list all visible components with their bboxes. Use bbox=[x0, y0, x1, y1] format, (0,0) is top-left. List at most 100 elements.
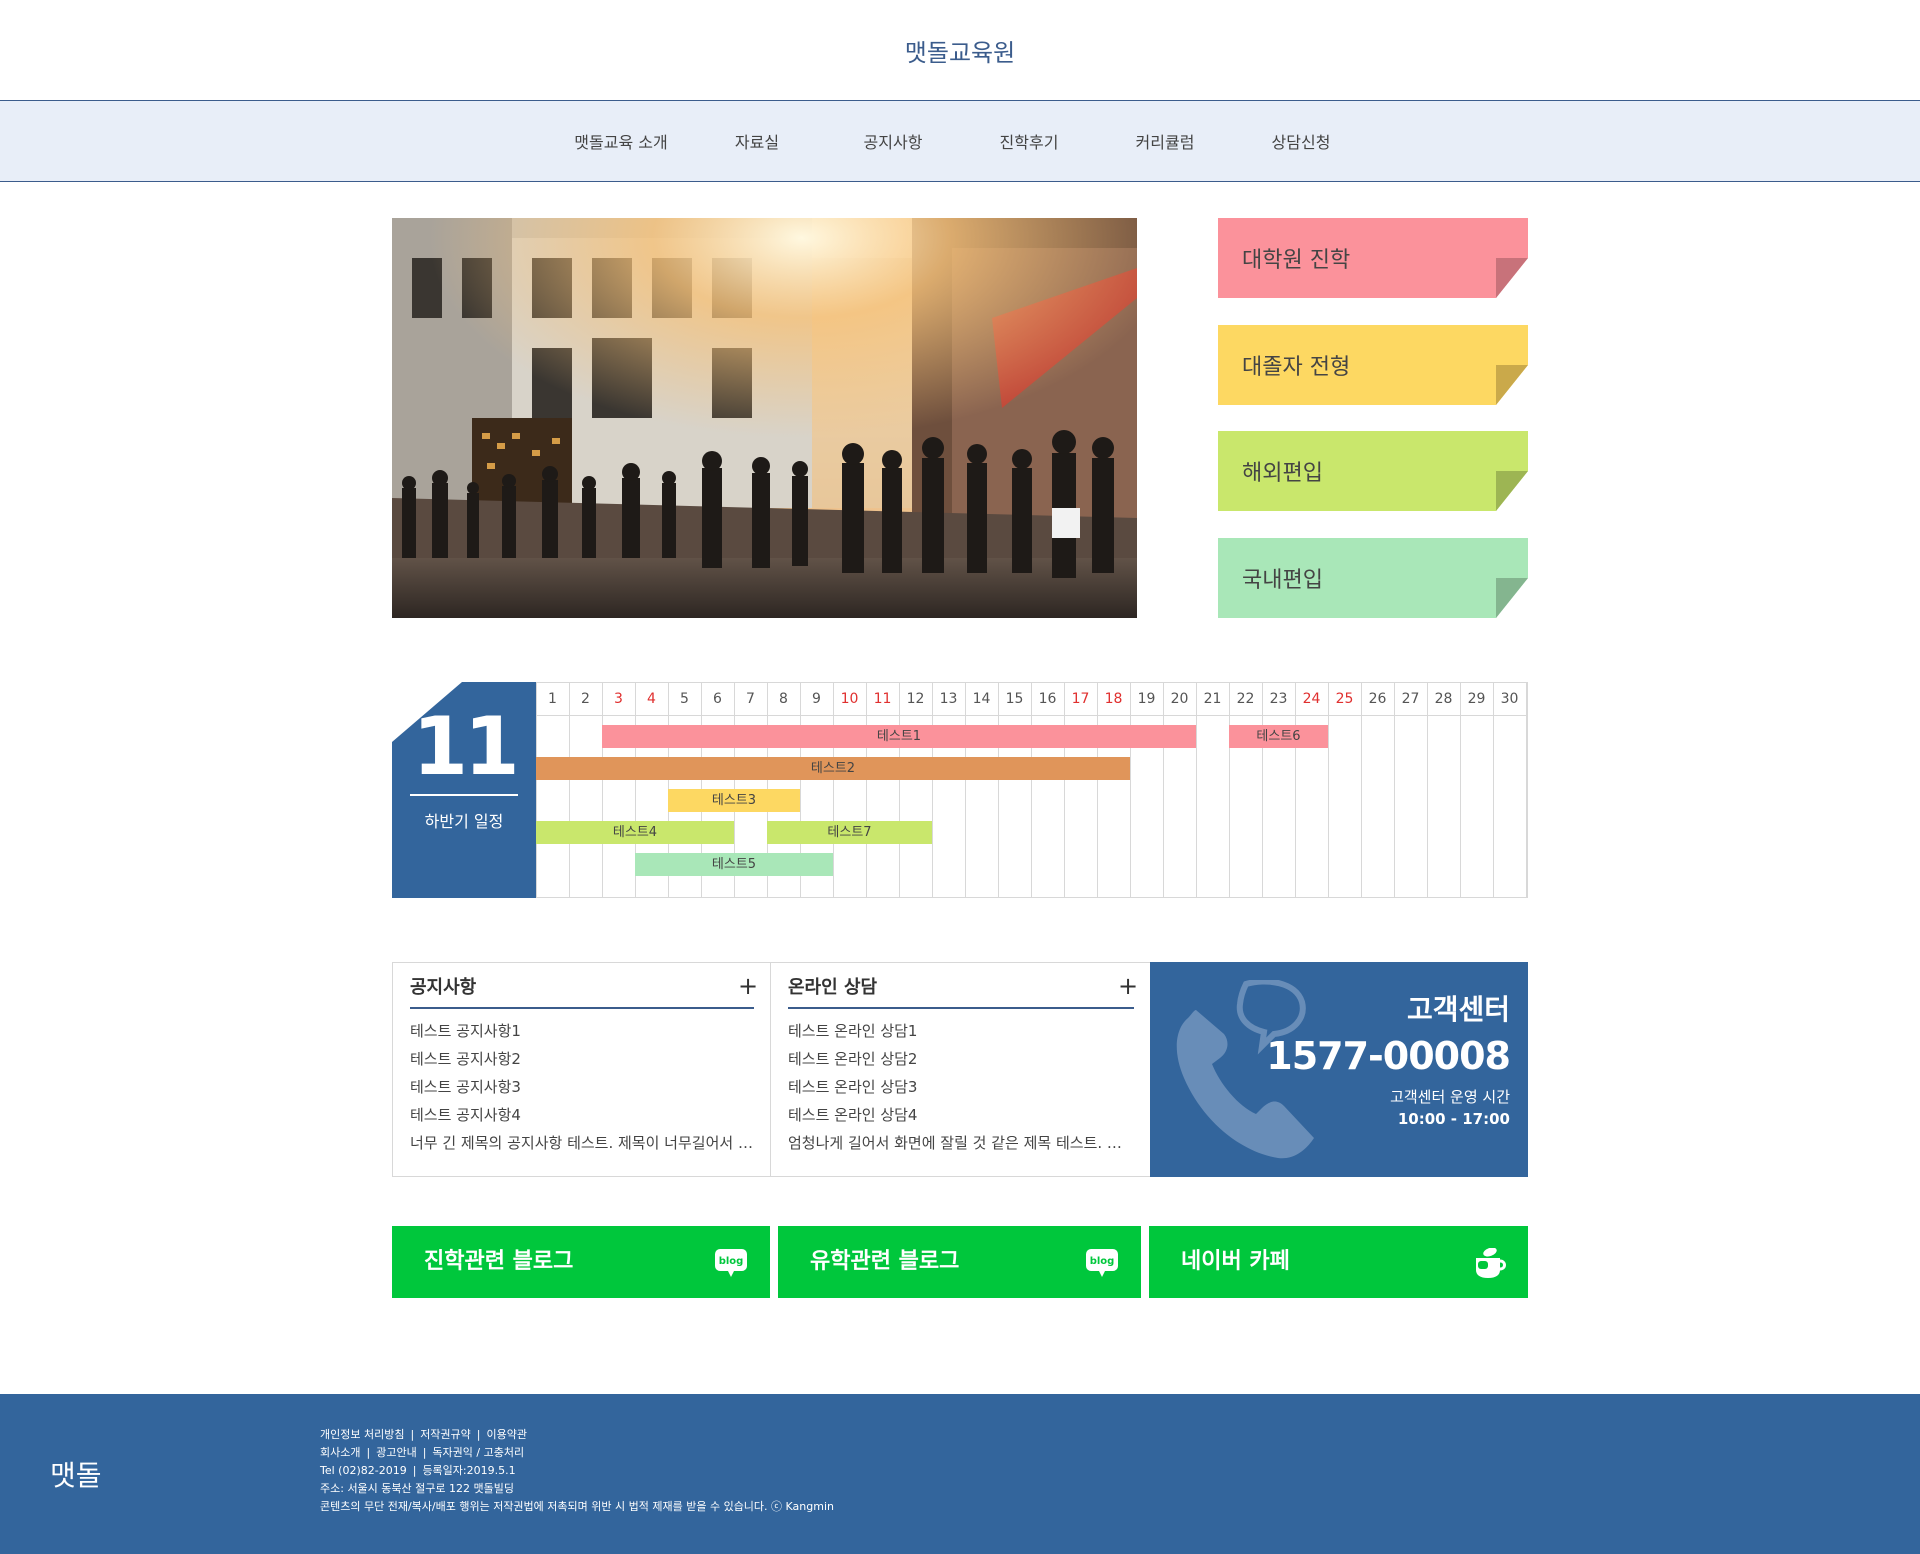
calendar-event-bar[interactable]: 테스트4 bbox=[536, 821, 734, 844]
page-fold-icon bbox=[1496, 365, 1528, 405]
copyright-policy-link[interactable]: 저작권규약 bbox=[420, 1428, 471, 1441]
calendar-day-number: 6 bbox=[713, 691, 722, 707]
notice-item[interactable]: 너무 긴 제목의 공지사항 테스트. 제목이 너무길어서 화면에 bbox=[410, 1129, 754, 1157]
calendar-subtitle: 하반기 일정 bbox=[424, 812, 504, 831]
consult-item[interactable]: 엄청나게 길어서 화면에 잘릴 것 같은 제목 테스트. 제목이 bbox=[788, 1129, 1134, 1157]
notice-board-title[interactable]: 공지사항 bbox=[410, 971, 476, 1005]
calendar-day-number: 14 bbox=[972, 691, 991, 707]
calendar-day-number: 30 bbox=[1500, 691, 1519, 707]
consult-item[interactable]: 테스트 온라인 상담3 bbox=[788, 1073, 1134, 1101]
calendar-event-bar[interactable]: 테스트3 bbox=[668, 789, 800, 812]
naver-cafe-label: 네이버 카페 bbox=[1181, 1249, 1290, 1274]
nav-item-about[interactable]: 맷돌교육 소개 bbox=[553, 101, 689, 181]
page-fold-icon bbox=[1496, 578, 1528, 618]
main-nav: 맷돌교육 소개 자료실 공지사항 진학후기 커리큘럼 상담신청 bbox=[0, 100, 1920, 182]
nav-item-archive[interactable]: 자료실 bbox=[689, 101, 825, 181]
study-blog-label: 진학관련 블로그 bbox=[424, 1249, 574, 1274]
calendar-day-number: 17 bbox=[1071, 691, 1090, 707]
main-nav-list: 맷돌교육 소개 자료실 공지사항 진학후기 커리큘럼 상담신청 bbox=[553, 101, 1369, 181]
calendar-day-number: 12 bbox=[906, 691, 925, 707]
notice-more-button[interactable]: + bbox=[738, 971, 758, 1001]
quick-link-graduate-admission[interactable]: 대졸자 전형 bbox=[1218, 325, 1528, 405]
nav-item-notice[interactable]: 공지사항 bbox=[825, 101, 961, 181]
blog-icon: blog bbox=[1086, 1249, 1118, 1277]
abroad-blog-link[interactable]: 유학관련 블로그 blog bbox=[778, 1226, 1141, 1298]
calendar-day-number: 26 bbox=[1368, 691, 1387, 707]
calendar-day-number: 28 bbox=[1434, 691, 1453, 707]
quick-link-domestic-transfer[interactable]: 국내편입 bbox=[1218, 538, 1528, 618]
cafe-icon bbox=[1476, 1248, 1506, 1278]
footer-links-row: 회사소개 | 광고안내 | 독자권익 / 고충처리 bbox=[320, 1444, 834, 1462]
customer-center-title: 고객센터 bbox=[1406, 993, 1510, 1026]
study-blog-link[interactable]: 진학관련 블로그 blog bbox=[392, 1226, 770, 1298]
calendar-day-number: 4 bbox=[647, 691, 656, 707]
calendar-day-number: 29 bbox=[1467, 691, 1486, 707]
customer-center-hours-label: 고객센터 운영 시간 bbox=[1390, 1088, 1510, 1106]
calendar-event-bar[interactable]: 테스트1 bbox=[602, 725, 1196, 748]
ad-info-link[interactable]: 광고안내 bbox=[376, 1446, 416, 1459]
privacy-policy-link[interactable]: 개인정보 처리방침 bbox=[320, 1428, 404, 1441]
calendar-day-number: 2 bbox=[581, 691, 590, 707]
reader-rights-link[interactable]: 독자권익 / 고충처리 bbox=[432, 1446, 524, 1459]
quick-link-overseas-transfer[interactable]: 해외편입 bbox=[1218, 431, 1528, 511]
city-street-photo bbox=[392, 218, 1137, 618]
calendar-column-line bbox=[1295, 683, 1296, 898]
footer-separator: | bbox=[476, 1428, 481, 1441]
calendar-column-line bbox=[1361, 683, 1362, 898]
calendar-day-number: 16 bbox=[1038, 691, 1057, 707]
calendar-day-number: 23 bbox=[1269, 691, 1288, 707]
calendar-column-line bbox=[932, 683, 933, 898]
naver-cafe-link[interactable]: 네이버 카페 bbox=[1149, 1226, 1528, 1298]
quick-link-graduate[interactable]: 대학원 진학 bbox=[1218, 218, 1528, 298]
calendar-column-line bbox=[1130, 683, 1131, 898]
calendar-event-bar[interactable]: 테스트5 bbox=[635, 853, 833, 876]
calendar-column-line bbox=[1427, 683, 1428, 898]
footer-separator: | bbox=[422, 1446, 427, 1459]
calendar-event-bar[interactable]: 테스트6 bbox=[1229, 725, 1328, 748]
calendar-event-bar[interactable]: 테스트7 bbox=[767, 821, 932, 844]
calendar-day-number: 13 bbox=[939, 691, 958, 707]
nav-item-reviews[interactable]: 진학후기 bbox=[961, 101, 1097, 181]
calendar-column-line bbox=[866, 683, 867, 898]
calendar-column-line bbox=[1493, 683, 1494, 898]
notice-item[interactable]: 테스트 공지사항4 bbox=[410, 1101, 754, 1129]
notice-item[interactable]: 테스트 공지사항2 bbox=[410, 1045, 754, 1073]
customer-center-phone[interactable]: 1577-00008 bbox=[1266, 1034, 1511, 1078]
footer-phone: Tel (02)82-2019 bbox=[320, 1464, 407, 1477]
calendar-column-line bbox=[602, 683, 603, 898]
consult-item[interactable]: 테스트 온라인 상담4 bbox=[788, 1101, 1134, 1129]
footer-copyright: 콘텐츠의 무단 전재/복사/배포 행위는 저작권법에 저촉되며 위반 시 법적 … bbox=[320, 1500, 834, 1513]
blog-icon-text: blog bbox=[719, 1256, 744, 1267]
calendar-column-line bbox=[536, 683, 537, 898]
calendar-day-number: 22 bbox=[1236, 691, 1255, 707]
calendar-day-number: 7 bbox=[746, 691, 755, 707]
site-title[interactable]: 맷돌교육원 bbox=[0, 0, 1920, 100]
quick-link-label: 해외편입 bbox=[1242, 461, 1323, 486]
footer-logo[interactable]: 맷돌 bbox=[50, 1454, 102, 1494]
consult-item[interactable]: 테스트 온라인 상담2 bbox=[788, 1045, 1134, 1073]
notice-item[interactable]: 테스트 공지사항3 bbox=[410, 1073, 754, 1101]
calendar-event-bar[interactable]: 테스트2 bbox=[536, 757, 1130, 780]
footer-separator: | bbox=[366, 1446, 371, 1459]
consult-more-button[interactable]: + bbox=[1118, 971, 1138, 1001]
schedule-calendar: 1 2 3 4 5 6 7 8 9 10 11 12 13 14 15 16 17 18 19 20 21 22 23 24 2… bbox=[536, 682, 1528, 898]
company-intro-link[interactable]: 회사소개 bbox=[320, 1446, 360, 1459]
terms-link[interactable]: 이용약관 bbox=[487, 1428, 527, 1441]
calendar-day-number: 24 bbox=[1302, 691, 1321, 707]
hero-image bbox=[392, 218, 1137, 618]
calendar-column-line bbox=[1064, 683, 1065, 898]
calendar-day-number: 9 bbox=[812, 691, 821, 707]
nav-item-consult[interactable]: 상담신청 bbox=[1233, 101, 1369, 181]
nav-item-curriculum[interactable]: 커리큘럼 bbox=[1097, 101, 1233, 181]
consult-item[interactable]: 테스트 온라인 상담1 bbox=[788, 1017, 1134, 1045]
footer-links-row: 개인정보 처리방침 | 저작권규약 | 이용약관 bbox=[320, 1426, 834, 1444]
calendar-column-line bbox=[833, 683, 834, 898]
calendar-column-line bbox=[1526, 683, 1527, 898]
board-title-underline bbox=[410, 1007, 754, 1009]
consult-list: 테스트 온라인 상담1 테스트 온라인 상담2 테스트 온라인 상담3 테스트 … bbox=[788, 1017, 1134, 1157]
footer-separator: | bbox=[410, 1428, 415, 1441]
consult-board-title[interactable]: 온라인 상담 bbox=[788, 971, 877, 1005]
footer-registered-date: 등록일자:2019.5.1 bbox=[422, 1464, 516, 1477]
calendar-day-number: 27 bbox=[1401, 691, 1420, 707]
notice-item[interactable]: 테스트 공지사항1 bbox=[410, 1017, 754, 1045]
